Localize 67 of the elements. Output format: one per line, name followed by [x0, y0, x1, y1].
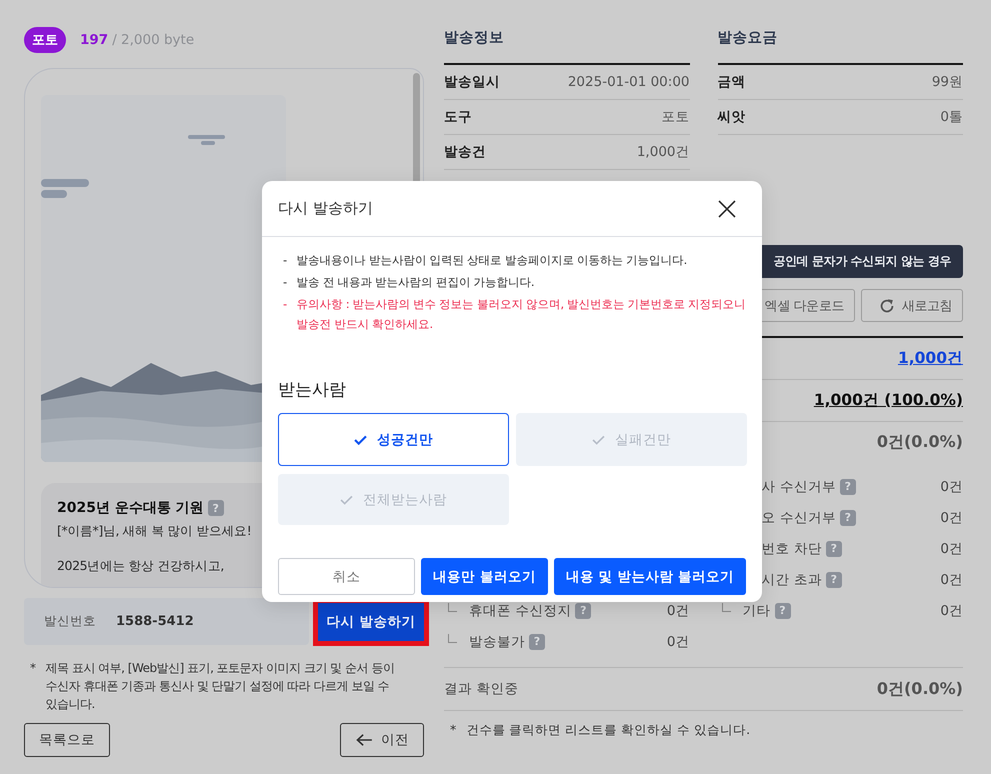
list-button[interactable]: 목록으로 [24, 723, 110, 757]
count-value[interactable]: 1,000건 (100.0%) [814, 390, 963, 411]
detail-label: 시간 초과 [762, 570, 822, 588]
pending-label: 결과 확인중 [444, 680, 518, 698]
byte-limit: / 2,000 byte [112, 32, 194, 48]
dialog-title: 다시 발송하기 [278, 199, 373, 218]
load-button[interactable]: 내용만 불러오기 [421, 558, 548, 595]
fee-label: 씨앗 [718, 108, 746, 126]
bullet-mark: - [283, 296, 287, 313]
fee-label: 금액 [718, 73, 746, 91]
check-icon [354, 434, 367, 444]
fee-value: 99원 [932, 73, 963, 91]
count-value: 0건(0.0%) [876, 432, 963, 453]
info-label: 발송일시 [444, 73, 500, 91]
info-label: 도구 [444, 108, 472, 126]
sender-label: 발신번호 [44, 613, 96, 630]
check-icon [592, 434, 605, 444]
notice-text: 발송내용이나 받는사람이 입력된 상태로 발송페이지로 이동하는 기능입니다. [296, 252, 687, 269]
detail-label: 오 수신거부 [762, 508, 836, 526]
detail-value[interactable]: 0건 [940, 478, 963, 496]
section-title: 발송정보 [444, 28, 690, 65]
detail-value[interactable]: 0건 [666, 632, 690, 650]
info-value: 포토 [662, 108, 690, 126]
notice-text: 발송 전 내용과 받는사람의 편집이 가능합니다. [296, 274, 534, 291]
recipient-option[interactable]: 성공건만 [278, 413, 509, 466]
info-value: 2025-01-01 00:00 [568, 74, 690, 90]
tree-branch-icon [722, 603, 730, 612]
check-icon [340, 494, 353, 504]
note-text: 제목 표시 여부, [Web발신] 표기, 포토문자 이미지 크기 및 순서 등이 수신자 휴대폰 기종과 통신사 및 단말기 설정에 따라 다르게 보일 수 있습니다. [46, 660, 396, 713]
detail-value[interactable]: 0건 [940, 508, 963, 526]
detail-value[interactable]: 0건 [666, 602, 690, 620]
message-title: 2025년 운수대통 기원 [57, 499, 204, 517]
note-text: 건수를 클릭하면 리스트를 확인하실 수 있습니다. [466, 722, 750, 739]
count-link[interactable]: 1,000건 [898, 348, 963, 369]
detail-label: 기타 [742, 602, 770, 620]
detail-value[interactable]: 0건 [940, 540, 963, 558]
note-mark: * [450, 722, 456, 739]
back-button[interactable]: 이전 [340, 723, 424, 757]
bullet-mark: - [283, 252, 287, 269]
detail-label: 번호 차단 [762, 540, 822, 558]
tree-branch-icon [448, 634, 457, 643]
refresh-button[interactable]: 새로고침 [861, 289, 963, 322]
detail-value[interactable]: 0건 [940, 602, 963, 620]
refresh-icon [878, 296, 896, 314]
detail-label: 발송불가 [469, 632, 525, 650]
detail-label: 휴대폰 수신정지 [469, 602, 572, 620]
info-value: 1,000건 [636, 143, 690, 161]
section-title: 발송요금 [718, 28, 963, 65]
byte-count: 197 [80, 32, 108, 48]
close-icon[interactable] [718, 200, 736, 218]
load-button[interactable]: 내용 및 받는사람 불러오기 [554, 558, 746, 595]
cancel-button[interactable]: 취소 [278, 558, 416, 595]
tree-branch-icon [448, 603, 457, 612]
recipients-title: 받는사람 [278, 379, 347, 401]
sender-number: 1588-5412 [116, 614, 194, 629]
bullet-mark: - [283, 274, 287, 291]
message-text: [*이름*]님, 새해 복 많이 받으세요! [57, 523, 252, 540]
detail-value[interactable]: 0건 [940, 570, 963, 588]
message-text: 2025년에는 항상 건강하시고, [57, 558, 225, 575]
resend-button[interactable]: 다시 발송하기 [318, 602, 424, 640]
info-label: 발송건 [444, 143, 486, 161]
fee-value: 0톨 [940, 108, 963, 126]
note-mark: * [30, 660, 36, 677]
pending-value[interactable]: 0건(0.0%) [876, 678, 963, 700]
detail-label: 사 수신거부 [762, 478, 836, 496]
type-badge: 포토 [24, 27, 66, 53]
arrow-left-icon [355, 733, 373, 747]
